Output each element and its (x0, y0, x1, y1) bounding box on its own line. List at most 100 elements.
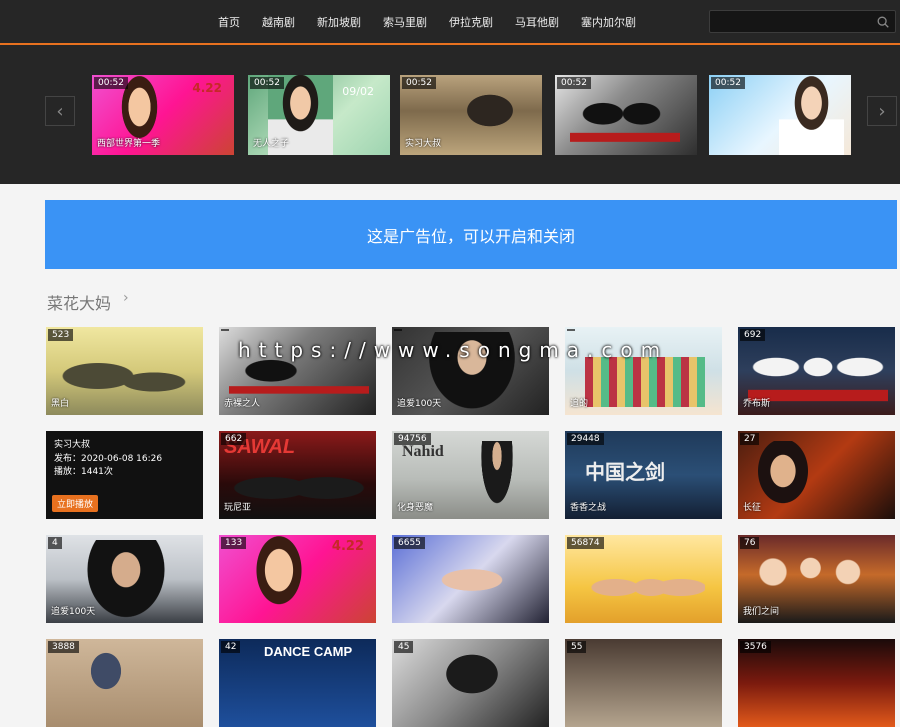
title-art: DANCE CAMP (264, 644, 353, 659)
ad-banner[interactable]: 这是广告位，可以开启和关闭 (45, 200, 897, 269)
slide-caption: 西部世界第一季 (97, 139, 161, 149)
play-count-badge: 523 (48, 329, 74, 341)
video-caption: 赤裸之人 (224, 399, 261, 409)
duration-badge: 00:52 (402, 77, 436, 89)
video-card[interactable]: 523 黑白 (46, 327, 203, 415)
video-caption: 长征 (743, 503, 762, 513)
video-thumbnail (76, 647, 136, 707)
video-caption: 我们之间 (743, 607, 780, 617)
nav-vietnam[interactable]: 越南剧 (262, 14, 295, 30)
search-icon[interactable] (876, 15, 890, 29)
play-count-badge (567, 329, 575, 331)
video-thumbnail (432, 644, 512, 704)
play-count-badge: 27 (740, 433, 760, 445)
video-card[interactable]: 实习大叔 发布：2020-06-08 16:26 播放：1441次 立即播放 (46, 431, 203, 519)
video-card[interactable]: 3576 (738, 639, 895, 727)
chevron-left-icon: ‹ (56, 100, 64, 122)
carousel-slide[interactable]: 00:52 09/02 无人之子 (248, 75, 390, 155)
play-count-badge: 3888 (48, 641, 79, 653)
top-navigation-bar: 首页 越南剧 新加坡剧 索马里剧 伊拉克剧 马耳他剧 塞内加尔剧 (0, 0, 900, 45)
video-card[interactable]: 133 4.22 (219, 535, 376, 623)
video-caption: 追爱100天 (51, 607, 96, 617)
play-count-badge (394, 329, 402, 331)
carousel-next-button[interactable]: › (867, 96, 897, 126)
duration-badge: 00:52 (711, 77, 745, 89)
search-box (709, 10, 896, 33)
play-count-badge: 94756 (394, 433, 431, 445)
play-count-badge: 3576 (740, 641, 771, 653)
play-count-badge: 56874 (567, 537, 604, 549)
video-card[interactable]: 27 长征 (738, 431, 895, 519)
nav-senegal[interactable]: 塞内加尔剧 (581, 14, 636, 30)
slide-caption: 实习大叔 (405, 139, 442, 149)
video-caption: 香香之战 (570, 503, 607, 513)
video-card[interactable]: 55 (565, 639, 722, 727)
duration-badge: 00:52 (94, 77, 128, 89)
video-thumbnail (244, 535, 314, 623)
nav-somalia[interactable]: 索马里剧 (383, 14, 427, 30)
hover-plays: 播放：1441次 (54, 467, 113, 477)
video-thumbnail (585, 555, 705, 620)
nav-malta[interactable]: 马耳他剧 (515, 14, 559, 30)
nav-home[interactable]: 首页 (218, 14, 240, 30)
main-nav: 首页 越南剧 新加坡剧 索马里剧 伊拉克剧 马耳他剧 塞内加尔剧 (218, 0, 658, 44)
play-count-badge: 4 (48, 537, 62, 549)
video-card[interactable]: 6655 (392, 535, 549, 623)
video-card[interactable]: Nahid 94756 化身恶魔 (392, 431, 549, 519)
duration-badge: 00:52 (250, 77, 284, 89)
play-count-badge: 42 (221, 641, 241, 653)
slide-caption: 无人之子 (253, 139, 290, 149)
slide-thumbnail (779, 75, 844, 155)
play-count-badge: 133 (221, 537, 247, 549)
video-caption: 追的 (570, 399, 589, 409)
hover-date: 发布：2020-06-08 16:26 (54, 453, 163, 464)
carousel-slide[interactable]: 00:52 (555, 75, 697, 155)
video-caption: 玩尼亚 (224, 503, 252, 513)
play-count-badge: 29448 (567, 433, 604, 445)
watermark-text: https://www.songma.com (238, 338, 669, 362)
duration-badge: 00:52 (557, 77, 591, 89)
hover-title: 实习大叔 (54, 440, 91, 450)
video-card[interactable]: 76 我们之间 (738, 535, 895, 623)
video-caption: 化身恶魔 (397, 503, 434, 513)
video-card[interactable]: 4 追爱100天 (46, 535, 203, 623)
slide-tag: 4.22 (192, 81, 222, 95)
slide-thumbnail (570, 80, 680, 155)
video-card[interactable]: 3888 (46, 639, 203, 727)
nav-iraq[interactable]: 伊拉克剧 (449, 14, 493, 30)
play-count-badge: 662 (221, 433, 247, 445)
search-input[interactable] (714, 13, 869, 30)
video-card[interactable]: 56874 (565, 535, 722, 623)
video-caption: 黑白 (51, 399, 70, 409)
featured-carousel: ‹ › 00:52 4.22 西部世界第一季 00:52 09/02 无人之子 … (0, 45, 900, 184)
video-card[interactable]: 中国之剑 29448 香香之战 (565, 431, 722, 519)
video-card[interactable]: 692 乔布斯 (738, 327, 895, 415)
carousel-prev-button[interactable]: ‹ (45, 96, 75, 126)
video-caption: 追爱100天 (397, 399, 442, 409)
carousel-slide[interactable]: 00:52 (709, 75, 851, 155)
video-thumbnail (477, 441, 517, 516)
chevron-right-icon[interactable]: › (123, 290, 129, 306)
video-thumbnail (585, 357, 705, 407)
play-count-badge: 6655 (394, 537, 425, 549)
play-count-badge: 692 (740, 329, 766, 341)
slide-tag: 4.22 (331, 539, 364, 554)
slide-tag: 09/02 (342, 85, 374, 98)
slide-thumbnail (450, 83, 530, 138)
video-thumbnail (402, 555, 542, 605)
play-count-badge (221, 329, 229, 331)
video-caption: 乔布斯 (743, 399, 771, 409)
nav-singapore[interactable]: 新加坡剧 (317, 14, 361, 30)
video-card[interactable]: DANCE CAMP 42 (219, 639, 376, 727)
section-title[interactable]: 菜花大妈 (47, 290, 111, 314)
play-count-badge: 76 (740, 537, 760, 549)
play-now-button[interactable]: 立即播放 (52, 495, 99, 512)
carousel-slide[interactable]: 00:52 4.22 西部世界第一季 (92, 75, 234, 155)
chevron-right-icon: › (878, 100, 886, 122)
video-card[interactable]: SAWAL 662 玩尼亚 (219, 431, 376, 519)
carousel-slide[interactable]: 00:52 实习大叔 (400, 75, 542, 155)
play-count-badge: 45 (394, 641, 414, 653)
video-thumbnail (56, 352, 196, 412)
video-card[interactable]: 45 (392, 639, 549, 727)
play-count-badge: 55 (567, 641, 587, 653)
